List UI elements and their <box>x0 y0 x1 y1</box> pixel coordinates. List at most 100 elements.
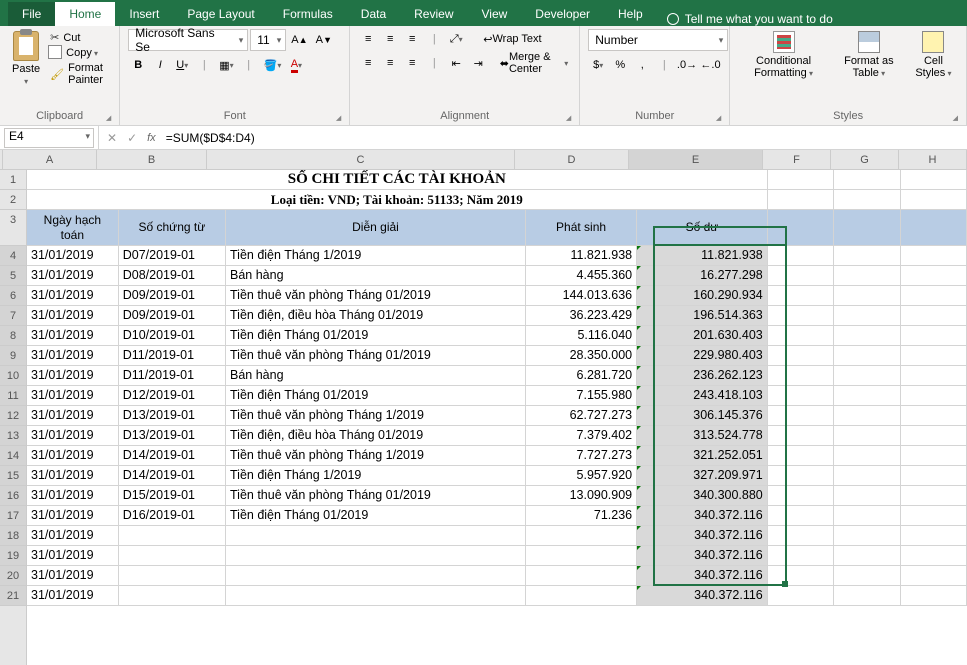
cell[interactable]: 31/01/2019 <box>27 466 119 486</box>
cell[interactable] <box>901 526 967 546</box>
cell[interactable] <box>901 346 967 366</box>
align-right-button[interactable]: ≡ <box>402 53 422 73</box>
cell[interactable]: 229.980.403 <box>637 346 768 366</box>
row-header-13[interactable]: 13 <box>0 426 26 446</box>
cell[interactable]: 196.514.363 <box>637 306 768 326</box>
row-header-10[interactable]: 10 <box>0 366 26 386</box>
align-center-button[interactable]: ≡ <box>380 53 400 73</box>
increase-decimal-button[interactable]: .0→ <box>676 55 698 75</box>
cell[interactable]: 62.727.273 <box>526 406 637 426</box>
worksheet[interactable]: SỔ CHI TIẾT CÁC TÀI KHOẢNLoại tiền: VND;… <box>27 170 967 665</box>
cell[interactable] <box>834 170 900 190</box>
row-header-8[interactable]: 8 <box>0 326 26 346</box>
cell[interactable]: Số dư <box>637 210 768 246</box>
col-header-F[interactable]: F <box>763 150 831 169</box>
cell[interactable]: 31/01/2019 <box>27 546 119 566</box>
cell[interactable]: 31/01/2019 <box>27 526 119 546</box>
cell[interactable]: 31/01/2019 <box>27 326 119 346</box>
tab-formulas[interactable]: Formulas <box>269 2 347 26</box>
cell-styles-button[interactable]: Cell Styles <box>909 29 958 81</box>
cell[interactable] <box>901 286 967 306</box>
cell[interactable]: D08/2019-01 <box>119 266 226 286</box>
merge-center-button[interactable]: ⬌ Merge & Center <box>497 53 571 73</box>
cell[interactable] <box>768 546 834 566</box>
decrease-decimal-button[interactable]: ←.0 <box>700 55 722 75</box>
increase-indent-button[interactable]: ⇥ <box>468 53 488 73</box>
cell[interactable]: 201.630.403 <box>637 326 768 346</box>
tab-view[interactable]: View <box>468 2 522 26</box>
cell[interactable]: Số chứng từ <box>119 210 226 246</box>
cell[interactable] <box>901 170 967 190</box>
cell[interactable] <box>526 566 637 586</box>
cut-button[interactable]: ✂Cut <box>50 31 111 44</box>
cell[interactable]: D15/2019-01 <box>119 486 226 506</box>
cell[interactable] <box>768 506 834 526</box>
cell[interactable] <box>834 546 900 566</box>
cell[interactable] <box>768 526 834 546</box>
cell[interactable]: 71.236 <box>526 506 637 526</box>
cell[interactable]: Loại tiền: VND; Tài khoản: 51133; Năm 20… <box>27 190 768 210</box>
cell[interactable]: 13.090.909 <box>526 486 637 506</box>
cell[interactable]: 16.277.298 <box>637 266 768 286</box>
row-header-12[interactable]: 12 <box>0 406 26 426</box>
row-header-1[interactable]: 1 <box>0 170 26 190</box>
tell-me-search[interactable]: Tell me what you want to do <box>667 12 833 26</box>
cell[interactable]: Tiền thuê văn phòng Tháng 1/2019 <box>226 446 526 466</box>
font-color-button[interactable]: A <box>286 55 306 75</box>
cell[interactable] <box>226 586 526 606</box>
cell[interactable]: 306.145.376 <box>637 406 768 426</box>
cell[interactable] <box>834 506 900 526</box>
cell[interactable]: Tiền điện, điều hòa Tháng 01/2019 <box>226 306 526 326</box>
cell[interactable]: Phát sinh <box>526 210 637 246</box>
cell[interactable] <box>901 366 967 386</box>
row-header-14[interactable]: 14 <box>0 446 26 466</box>
decrease-font-button[interactable]: A▼ <box>313 30 335 50</box>
cell[interactable] <box>768 566 834 586</box>
cell[interactable]: 31/01/2019 <box>27 486 119 506</box>
cell[interactable] <box>834 306 900 326</box>
cell[interactable]: Tiền điện, điều hòa Tháng 01/2019 <box>226 426 526 446</box>
cell[interactable] <box>901 210 967 246</box>
cell[interactable]: Tiền thuê văn phòng Tháng 01/2019 <box>226 286 526 306</box>
cell[interactable]: Tiền thuê văn phòng Tháng 1/2019 <box>226 406 526 426</box>
cell[interactable]: 4.455.360 <box>526 266 637 286</box>
tab-review[interactable]: Review <box>400 2 467 26</box>
italic-button[interactable]: I <box>150 55 170 75</box>
cell[interactable]: 31/01/2019 <box>27 446 119 466</box>
col-header-C[interactable]: C <box>207 150 515 169</box>
conditional-formatting-button[interactable]: Conditional Formatting <box>738 29 829 81</box>
cell[interactable]: D07/2019-01 <box>119 246 226 266</box>
cell[interactable]: 340.372.116 <box>637 546 768 566</box>
cell[interactable] <box>834 346 900 366</box>
col-header-E[interactable]: E <box>629 150 763 169</box>
cell[interactable]: D09/2019-01 <box>119 286 226 306</box>
cell[interactable]: SỔ CHI TIẾT CÁC TÀI KHOẢN <box>27 170 768 190</box>
increase-font-button[interactable]: A▲ <box>288 30 310 50</box>
number-format-select[interactable]: Number <box>588 29 728 51</box>
cell[interactable]: 5.957.920 <box>526 466 637 486</box>
cell[interactable]: 7.727.273 <box>526 446 637 466</box>
accounting-format-button[interactable]: $ <box>588 55 608 75</box>
cell[interactable]: 31/01/2019 <box>27 426 119 446</box>
cell[interactable]: 7.155.980 <box>526 386 637 406</box>
cell[interactable] <box>768 286 834 306</box>
cell[interactable] <box>226 526 526 546</box>
formula-input[interactable] <box>166 131 959 145</box>
cell[interactable] <box>768 170 834 190</box>
cell[interactable]: 31/01/2019 <box>27 386 119 406</box>
cell[interactable] <box>768 306 834 326</box>
cancel-formula-button[interactable]: ✕ <box>107 131 117 145</box>
row-header-19[interactable]: 19 <box>0 546 26 566</box>
cell[interactable]: 36.223.429 <box>526 306 637 326</box>
cell[interactable]: D13/2019-01 <box>119 426 226 446</box>
cell[interactable]: D13/2019-01 <box>119 406 226 426</box>
row-header-9[interactable]: 9 <box>0 346 26 366</box>
cell[interactable]: Tiền thuê văn phòng Tháng 01/2019 <box>226 346 526 366</box>
format-as-table-button[interactable]: Format as Table <box>835 29 903 81</box>
col-header-D[interactable]: D <box>515 150 629 169</box>
cell[interactable]: Diễn giải <box>226 210 526 246</box>
cell[interactable]: D09/2019-01 <box>119 306 226 326</box>
cell[interactable]: 5.116.040 <box>526 326 637 346</box>
cell[interactable]: Tiền thuê văn phòng Tháng 01/2019 <box>226 486 526 506</box>
tab-home[interactable]: Home <box>55 2 115 26</box>
